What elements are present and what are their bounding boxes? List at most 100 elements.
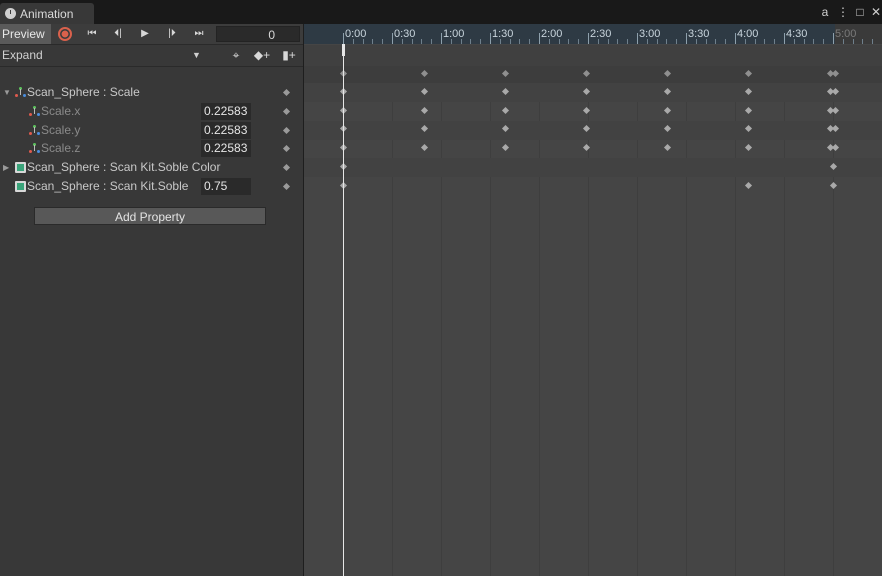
- ruler-minor-tick: [764, 39, 766, 44]
- first-key-icon[interactable]: ⏮: [80, 24, 104, 44]
- filter-by-selection-icon[interactable]: ⌖: [224, 45, 248, 66]
- ruler-tick-label: 1:30: [492, 28, 514, 40]
- ruler-minor-tick: [676, 39, 678, 44]
- property-row[interactable]: ▶ Scan_Sphere : Scan Kit.Soble Color: [0, 158, 303, 177]
- ruler-major-tick: [392, 33, 393, 44]
- property-value-field[interactable]: 0.22583: [201, 102, 251, 120]
- ruler-tick-label: 2:00: [541, 28, 563, 40]
- add-key-diamond-icon[interactable]: [282, 164, 291, 172]
- property-row-child[interactable]: Scale.x 0.22583: [0, 102, 303, 121]
- ruler-tick-label: 3:00: [639, 28, 661, 40]
- ruler-minor-tick: [568, 39, 570, 44]
- transform-scale-icon: [29, 124, 40, 136]
- lock-icon[interactable]: a: [818, 5, 832, 19]
- property-value-field[interactable]: 0.22583: [201, 121, 251, 139]
- material-property-icon: [15, 162, 26, 174]
- prev-key-icon[interactable]: ⏴|: [106, 24, 130, 44]
- expand-dropdown[interactable]: Expand: [0, 45, 212, 66]
- ruler-minor-tick: [421, 39, 423, 44]
- ruler-minor-tick: [872, 39, 874, 44]
- ruler-minor-tick: [725, 39, 727, 44]
- ruler-major-tick: [490, 33, 491, 44]
- expand-arrow-icon[interactable]: ▶: [3, 158, 9, 177]
- property-row-child[interactable]: Scale.y 0.22583: [0, 121, 303, 140]
- ruler-major-tick: [343, 33, 344, 44]
- chevron-down-icon: ▼: [192, 50, 201, 60]
- ruler-tick-label: 4:00: [737, 28, 759, 40]
- add-property-button[interactable]: Add Property: [34, 207, 266, 225]
- transform-scale-icon: [29, 143, 40, 154]
- ruler-major-tick: [441, 33, 442, 44]
- property-value-field[interactable]: 0.75: [201, 178, 251, 195]
- dopesheet-row[interactable]: [304, 158, 882, 178]
- dopesheet-row[interactable]: [304, 177, 882, 196]
- ruler-tick-label: 0:30: [394, 28, 416, 40]
- property-value-field[interactable]: 0.22583: [201, 140, 251, 158]
- property-label: Scale.y: [41, 122, 81, 137]
- ruler-minor-tick: [774, 39, 776, 44]
- ruler-minor-tick: [617, 39, 619, 44]
- ruler-minor-tick: [715, 39, 717, 44]
- ruler-major-tick: [686, 33, 687, 44]
- ruler-minor-tick: [431, 39, 433, 44]
- ruler-minor-tick: [519, 39, 521, 44]
- ruler-tick-label: 0:00: [345, 28, 367, 40]
- ruler-major-tick: [833, 33, 834, 44]
- dopesheet-row[interactable]: [304, 120, 882, 140]
- ruler-minor-tick: [480, 39, 482, 44]
- record-icon[interactable]: [53, 24, 77, 44]
- summary-row[interactable]: [304, 66, 882, 83]
- ruler-major-tick: [637, 33, 638, 44]
- ruler-tick-label: 5:00: [835, 28, 857, 40]
- property-label: Scan_Sphere : Scan Kit.Soble Color: [27, 160, 221, 175]
- ruler-major-tick: [539, 33, 540, 44]
- add-key-diamond-icon[interactable]: [282, 182, 291, 191]
- property-row-child[interactable]: Scale.z 0.22583: [0, 139, 303, 158]
- transform-scale-icon: [29, 105, 40, 117]
- ruler-tick-label: 1:00: [443, 28, 465, 40]
- material-property-icon: [15, 181, 26, 192]
- add-key-diamond-icon[interactable]: [282, 88, 291, 97]
- dopesheet-row[interactable]: [304, 83, 882, 102]
- animation-tab[interactable]: Animation: [0, 3, 94, 24]
- property-label: Scale.z: [41, 141, 81, 156]
- ruler-tick-label: 4:30: [786, 28, 808, 40]
- ruler-minor-tick: [627, 39, 629, 44]
- ruler-tick-label: 3:30: [688, 28, 710, 40]
- ruler-major-tick: [784, 33, 785, 44]
- ruler-minor-tick: [823, 39, 825, 44]
- ruler-minor-tick: [529, 39, 531, 44]
- transform-scale-icon: [15, 87, 26, 98]
- kebab-menu-icon[interactable]: ⋮: [836, 5, 850, 19]
- close-icon[interactable]: ✕: [869, 5, 882, 19]
- ruler-minor-tick: [578, 39, 580, 44]
- next-key-icon[interactable]: |⏵: [160, 24, 184, 44]
- dopesheet-row[interactable]: [304, 139, 882, 158]
- add-key-diamond-icon[interactable]: [282, 107, 291, 115]
- ruler-minor-tick: [862, 39, 864, 44]
- ruler-minor-tick: [666, 39, 668, 44]
- add-key-diamond-icon[interactable]: [282, 145, 291, 153]
- event-row[interactable]: [304, 45, 882, 67]
- dopesheet-row[interactable]: [304, 102, 882, 121]
- maximize-icon[interactable]: □: [853, 5, 867, 19]
- property-label: Scan_Sphere : Scan Kit.Soble: [27, 179, 189, 193]
- collapse-arrow-icon[interactable]: ▼: [3, 83, 11, 102]
- clock-icon: [5, 8, 16, 19]
- ruler-tick-label: 2:30: [590, 28, 612, 40]
- property-label: Scan_Sphere : Scale: [27, 85, 140, 99]
- property-row[interactable]: ▼ Scan_Sphere : Scale: [0, 83, 303, 102]
- add-key-diamond-icon[interactable]: [282, 126, 291, 134]
- ruler-minor-tick: [382, 39, 384, 44]
- playhead-handle[interactable]: [342, 44, 345, 56]
- preview-button[interactable]: Preview: [0, 24, 51, 44]
- add-keyframe-icon[interactable]: ◆+: [250, 45, 274, 66]
- play-icon[interactable]: ▶: [133, 24, 157, 44]
- property-row[interactable]: Scan_Sphere : Scan Kit.Soble 0.75: [0, 177, 303, 196]
- last-key-icon[interactable]: ⏭: [187, 24, 211, 44]
- ruler-major-tick: [735, 33, 736, 44]
- window-tab-bar: [0, 0, 882, 24]
- frame-field[interactable]: 0: [216, 26, 300, 42]
- add-event-icon[interactable]: ▮+: [277, 45, 301, 66]
- playhead[interactable]: [343, 44, 344, 576]
